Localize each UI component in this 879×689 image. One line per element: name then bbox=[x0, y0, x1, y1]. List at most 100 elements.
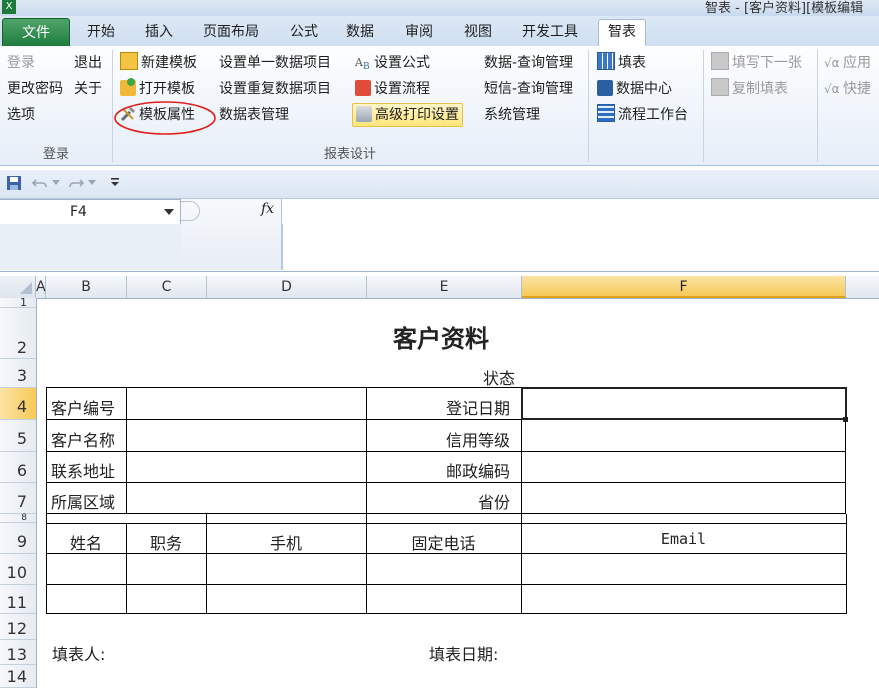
formula-input[interactable] bbox=[284, 199, 879, 270]
group-separator bbox=[817, 50, 818, 162]
credit-level-label: 信用等级 bbox=[446, 431, 511, 450]
advanced-print-settings-button[interactable]: 高级打印设置 bbox=[352, 103, 463, 127]
row-header-10[interactable]: 10 bbox=[0, 554, 36, 585]
row-header-3[interactable]: 3 bbox=[0, 359, 36, 388]
row-header-13[interactable]: 13 bbox=[0, 640, 36, 665]
apply-button[interactable]: √α 应用 bbox=[824, 52, 871, 74]
shortcut-icon: √α bbox=[824, 80, 840, 96]
excel-app-icon[interactable]: X bbox=[2, 0, 16, 14]
formula-resize-handle[interactable] bbox=[181, 201, 200, 221]
sheet-title: 客户资料 bbox=[393, 325, 489, 353]
redo-dropdown-icon[interactable] bbox=[88, 180, 96, 186]
undo-icon[interactable] bbox=[32, 176, 48, 190]
column-header-e[interactable]: E bbox=[367, 276, 522, 298]
row-header-8[interactable]: 8 bbox=[0, 514, 36, 523]
filler-label: 填表人: bbox=[52, 645, 106, 664]
system-manage-button[interactable]: 系统管理 bbox=[484, 104, 540, 126]
row-headers: 1 2 3 4 5 6 7 8 9 10 11 12 13 14 bbox=[0, 297, 37, 688]
selected-cell-f4[interactable] bbox=[521, 387, 847, 420]
row-header-11[interactable]: 11 bbox=[0, 585, 36, 614]
redo-icon[interactable] bbox=[68, 176, 84, 190]
ribbon-tab-bar: 文件 开始 插入 页面布局 公式 数据 审阅 视图 开发工具 智表 bbox=[0, 16, 879, 47]
set-workflow-button[interactable]: 设置流程 bbox=[355, 78, 430, 100]
group-separator bbox=[588, 50, 589, 162]
about-button[interactable]: 关于 bbox=[74, 78, 102, 100]
data-table-manage-button[interactable]: 数据表管理 bbox=[219, 104, 289, 126]
tab-home[interactable]: 开始 bbox=[78, 20, 124, 44]
column-header-d[interactable]: D bbox=[207, 276, 367, 298]
fill-form-button[interactable]: 填表 bbox=[597, 52, 646, 74]
status-label: 状态 bbox=[483, 369, 516, 388]
shortcut-button[interactable]: √α 快捷 bbox=[824, 78, 871, 100]
column-header-c[interactable]: C bbox=[127, 276, 207, 298]
province-label: 省份 bbox=[478, 493, 511, 512]
row-header-4[interactable]: 4 bbox=[0, 388, 36, 420]
report-design-group-label: 报表设计 bbox=[323, 147, 376, 162]
data-center-icon bbox=[597, 80, 613, 96]
select-all-corner[interactable] bbox=[0, 276, 36, 298]
tab-insert[interactable]: 插入 bbox=[136, 20, 182, 44]
tab-review[interactable]: 审阅 bbox=[396, 20, 442, 44]
logout-button[interactable]: 退出 bbox=[74, 52, 102, 74]
column-header-f[interactable]: F bbox=[522, 276, 846, 298]
copy-fill-button[interactable]: 复制填表 bbox=[711, 78, 788, 100]
workflow-icon bbox=[355, 80, 371, 96]
name-box[interactable]: F4 bbox=[0, 199, 181, 225]
window-title: 智表 - [客户资料][模板编辑 bbox=[705, 1, 864, 16]
row-header-2[interactable]: 2 bbox=[0, 308, 36, 359]
column-header-a[interactable]: A bbox=[36, 276, 46, 298]
red-annotation-circle bbox=[114, 101, 216, 135]
fill-handle[interactable] bbox=[843, 417, 848, 422]
new-template-button[interactable]: 新建模板 bbox=[120, 52, 197, 74]
row-header-6[interactable]: 6 bbox=[0, 452, 36, 483]
customer-no-label: 客户编号 bbox=[51, 399, 116, 418]
tab-developer[interactable]: 开发工具 bbox=[513, 20, 587, 44]
apply-icon: √α bbox=[824, 54, 840, 70]
contact-header-mobile: 手机 bbox=[269, 534, 302, 553]
undo-dropdown-icon[interactable] bbox=[52, 180, 60, 186]
tab-zhibiao[interactable]: 智表 bbox=[598, 19, 646, 47]
tab-view[interactable]: 视图 bbox=[455, 20, 501, 44]
row-header-1[interactable]: 1 bbox=[0, 297, 36, 308]
row-header-12[interactable]: 12 bbox=[0, 614, 36, 640]
contact-header-phone: 固定电话 bbox=[411, 534, 476, 553]
name-box-dropdown-icon[interactable] bbox=[164, 209, 174, 215]
quick-access-toolbar bbox=[0, 170, 879, 199]
ribbon: 登录 退出 更改密码 关于 选项 登录 新建模板 打开模板 模板属性 设置单一数… bbox=[0, 46, 879, 166]
tab-page-layout[interactable]: 页面布局 bbox=[194, 20, 268, 44]
login-button[interactable]: 登录 bbox=[7, 52, 35, 74]
contact-header-title: 职务 bbox=[149, 534, 182, 553]
tab-formulas[interactable]: 公式 bbox=[281, 20, 327, 44]
customize-qat-icon[interactable] bbox=[110, 177, 120, 187]
address-label: 联系地址 bbox=[51, 462, 116, 481]
row-header-14[interactable]: 14 bbox=[0, 665, 36, 688]
save-icon[interactable] bbox=[7, 176, 21, 190]
sms-query-manage-button[interactable]: 短信-查询管理 bbox=[484, 78, 573, 100]
workflow-desk-button[interactable]: 流程工作台 bbox=[597, 104, 688, 126]
set-repeat-data-item-button[interactable]: 设置重复数据项目 bbox=[219, 78, 331, 100]
formula-bar: F4 fx bbox=[0, 199, 879, 272]
tab-file[interactable]: 文件 bbox=[2, 18, 70, 47]
row-header-9[interactable]: 9 bbox=[0, 523, 36, 554]
formula-icon: AB bbox=[354, 54, 371, 72]
row-header-5[interactable]: 5 bbox=[0, 420, 36, 452]
copy-fill-icon bbox=[711, 78, 729, 96]
customer-name-label: 客户名称 bbox=[51, 431, 116, 450]
tab-data[interactable]: 数据 bbox=[337, 20, 383, 44]
data-center-button[interactable]: 数据中心 bbox=[597, 78, 672, 100]
open-template-button[interactable]: 打开模板 bbox=[120, 78, 195, 100]
set-single-data-item-button[interactable]: 设置单一数据项目 bbox=[219, 52, 331, 74]
svg-text:B: B bbox=[363, 62, 370, 70]
login-group-label: 登录 bbox=[42, 147, 69, 162]
data-query-manage-button[interactable]: 数据-查询管理 bbox=[484, 52, 573, 74]
change-password-button[interactable]: 更改密码 bbox=[7, 78, 63, 100]
name-box-value: F4 bbox=[70, 204, 87, 220]
column-header-b[interactable]: B bbox=[46, 276, 127, 298]
insert-function-icon[interactable]: fx bbox=[261, 201, 274, 217]
set-formula-button[interactable]: A B 设置公式 bbox=[354, 52, 430, 74]
worksheet-grid[interactable]: 客户资料 状态 客户编号 登记日期 客户名称 信用等级 联系地址 邮政编码 所属… bbox=[37, 298, 879, 688]
register-date-label: 登记日期 bbox=[446, 399, 511, 418]
options-button[interactable]: 选项 bbox=[7, 104, 35, 126]
row-header-7[interactable]: 7 bbox=[0, 483, 36, 514]
fill-next-button[interactable]: 填写下一张 bbox=[711, 52, 802, 74]
